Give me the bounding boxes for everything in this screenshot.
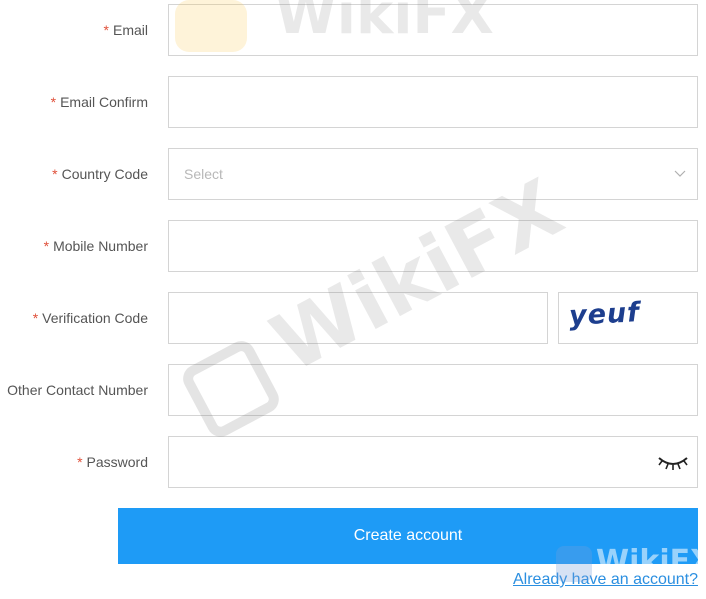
required-asterisk: *	[52, 166, 58, 182]
country-code-label: * Country Code	[52, 166, 148, 182]
verification-code-field[interactable]	[169, 293, 547, 343]
other-contact-row: Other Contact Number	[0, 364, 706, 416]
required-asterisk: *	[77, 454, 83, 470]
required-asterisk: *	[50, 94, 57, 110]
email-confirm-field[interactable]	[169, 77, 697, 127]
country-code-selected-value: Select	[184, 166, 223, 182]
email-confirm-field-box	[168, 76, 698, 128]
captcha-text: yeuf	[568, 297, 641, 332]
password-field-box	[168, 436, 698, 488]
password-label: * Password	[77, 454, 148, 470]
mobile-number-field-box	[168, 220, 698, 272]
other-contact-field[interactable]	[169, 365, 697, 415]
email-row: * Email	[0, 4, 706, 56]
other-contact-label: Other Contact Number	[7, 382, 148, 398]
password-field[interactable]	[169, 437, 697, 487]
mobile-number-label: * Mobile Number	[43, 238, 148, 254]
country-code-select[interactable]: Select	[168, 148, 698, 200]
email-field-box	[168, 4, 698, 56]
password-row: * Password	[0, 436, 706, 488]
required-asterisk: *	[103, 22, 109, 38]
mobile-number-field[interactable]	[169, 221, 697, 271]
other-contact-field-box	[168, 364, 698, 416]
required-asterisk: *	[43, 238, 50, 254]
country-code-row: * Country Code Select	[0, 148, 706, 200]
captcha-image[interactable]: yeuf	[558, 292, 698, 344]
email-field[interactable]	[169, 5, 697, 55]
verification-code-field-box	[168, 292, 548, 344]
mobile-number-row: * Mobile Number	[0, 220, 706, 272]
eye-closed-icon[interactable]	[657, 452, 689, 472]
chevron-down-icon	[674, 170, 686, 177]
email-confirm-label: * Email Confirm	[50, 94, 148, 110]
email-label: * Email	[103, 22, 148, 38]
verification-code-row: * Verification Code yeuf	[0, 292, 706, 344]
login-link[interactable]: Already have an account?	[513, 571, 698, 589]
email-confirm-row: * Email Confirm	[0, 76, 706, 128]
verification-code-label: * Verification Code	[32, 310, 148, 326]
required-asterisk: *	[32, 310, 39, 326]
create-account-button[interactable]: Create account	[118, 508, 698, 564]
